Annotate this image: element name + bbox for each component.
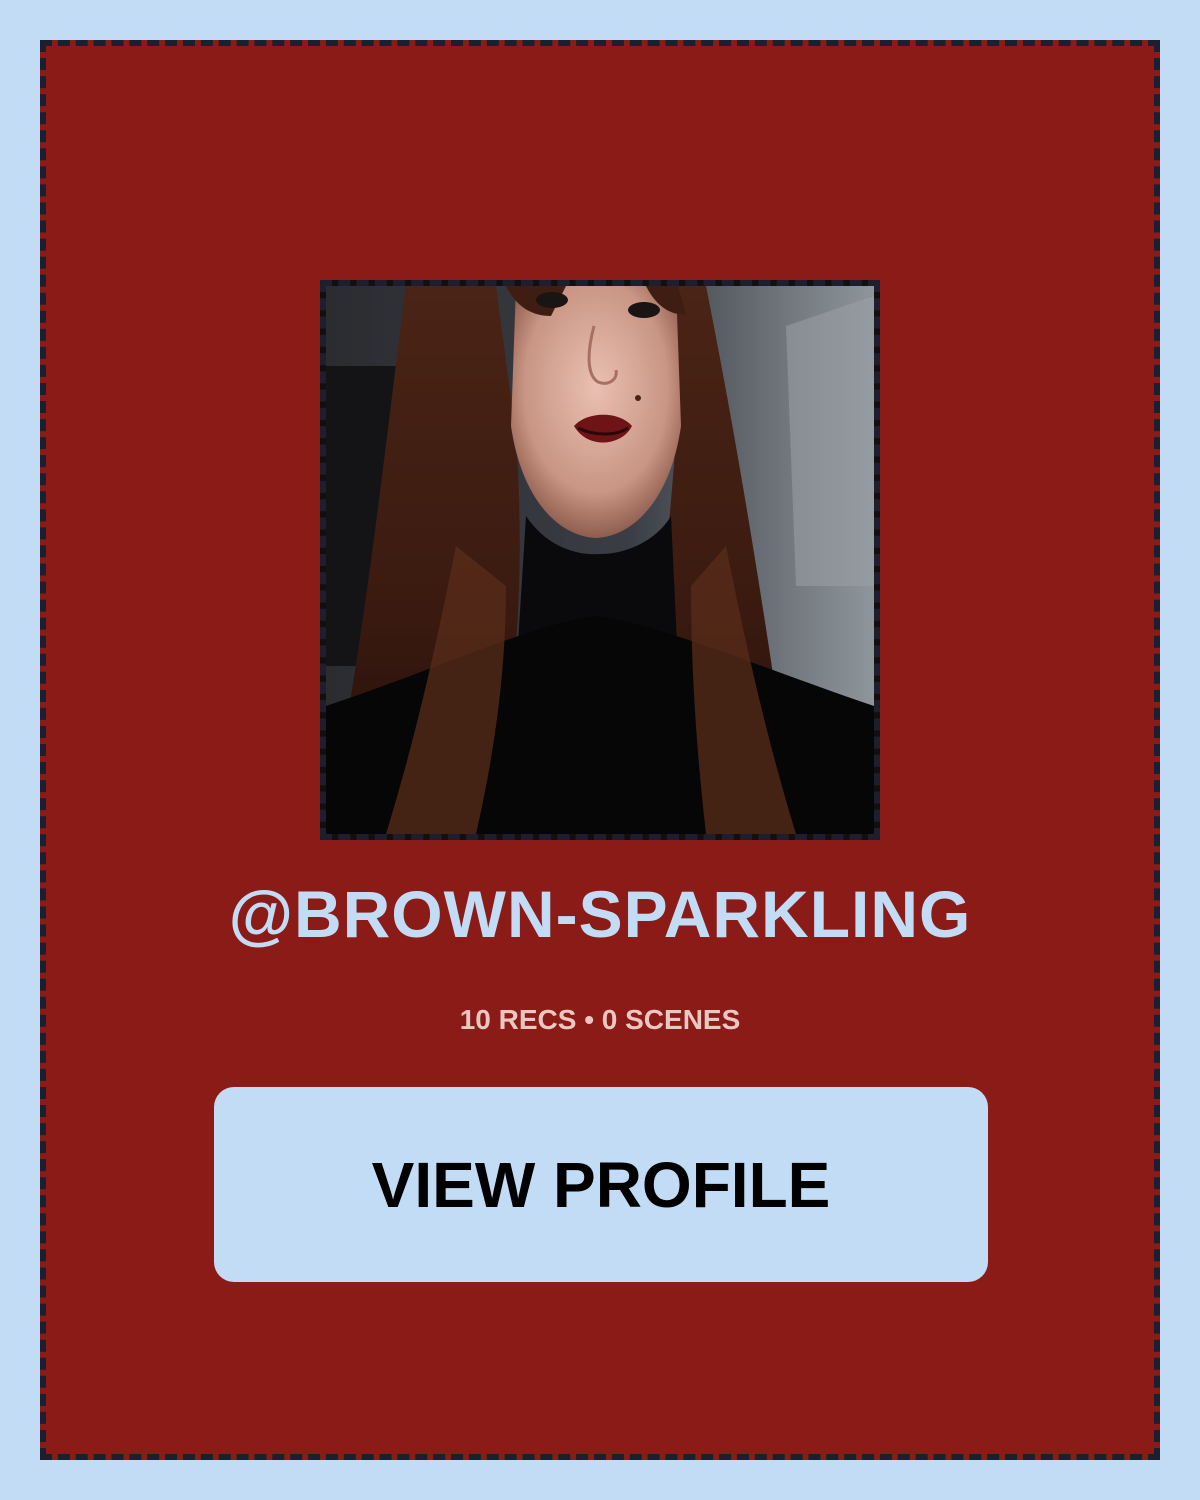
profile-username: @BROWN-SPARKLING	[228, 877, 972, 951]
profile-stats: 10 RECS • 0 SCENES	[459, 1004, 741, 1035]
profile-photo-image	[326, 286, 874, 834]
view-profile-button[interactable]: VIEW PROFILE	[214, 1087, 988, 1282]
profile-card: @BROWN-SPARKLING 10 RECS • 0 SCENES VIEW…	[40, 40, 1160, 1460]
profile-photo	[320, 280, 880, 840]
